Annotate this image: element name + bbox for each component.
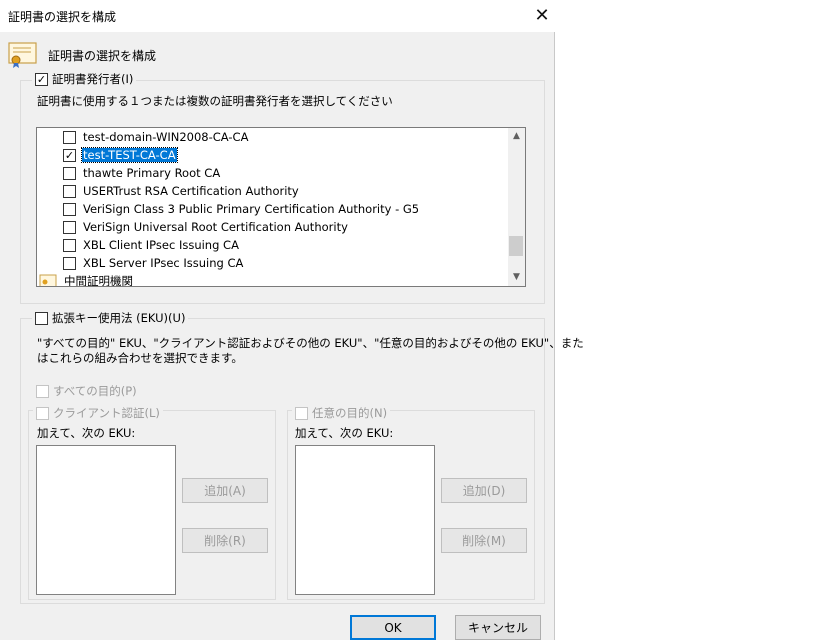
issuer-list[interactable]: test-domain-WIN2008-CA-CA ✓ test-TEST-CA… <box>36 127 526 287</box>
close-button[interactable]: ✕ <box>530 4 554 28</box>
eku-checkbox[interactable] <box>35 311 48 325</box>
any-purpose-label: 任意の目的(N) <box>312 406 388 420</box>
issuer-legend[interactable]: ✓ 証明書発行者(I) <box>32 71 137 87</box>
eku-description-line1: "すべての目的" EKU、"クライアント認証およびその他の EKU"、"任意の目… <box>37 336 584 350</box>
list-item[interactable]: VeriSign Class 3 Public Primary Certific… <box>63 200 420 218</box>
any-purpose-checkbox[interactable] <box>295 406 308 420</box>
close-icon: ✕ <box>534 5 550 26</box>
any-purpose-also-label: 加えて、次の EKU: <box>295 426 394 440</box>
list-item[interactable]: USERTrust RSA Certification Authority <box>63 182 300 200</box>
eku-legend[interactable]: 拡張キー使用法 (EKU)(U) <box>32 310 189 326</box>
tree-node-label: 中間証明機関 <box>64 274 133 287</box>
list-item[interactable]: VeriSign Universal Root Certification Au… <box>63 218 349 236</box>
list-item-label: XBL Server IPsec Issuing CA <box>83 256 244 270</box>
list-item-label: test-TEST-CA-CA <box>81 147 178 163</box>
issuer-checkbox[interactable]: ✓ <box>35 72 48 86</box>
ok-button[interactable]: OK <box>350 615 436 640</box>
item-checkbox[interactable] <box>63 220 76 234</box>
list-item-label: test-domain-WIN2008-CA-CA <box>83 130 249 144</box>
list-item[interactable]: thawte Primary Root CA <box>63 164 221 182</box>
list-item-label: thawte Primary Root CA <box>83 166 221 180</box>
list-item-label: USERTrust RSA Certification Authority <box>83 184 299 198</box>
cancel-button[interactable]: キャンセル <box>455 615 541 640</box>
client-auth-also-label: 加えて、次の EKU: <box>37 426 136 440</box>
list-item[interactable]: ✓ test-TEST-CA-CA <box>63 146 178 164</box>
client-remove-button[interactable]: 削除(R) <box>182 528 268 553</box>
all-purposes-checkbox[interactable] <box>36 384 49 398</box>
list-item-label: VeriSign Class 3 Public Primary Certific… <box>83 202 420 216</box>
client-auth-checkbox[interactable] <box>36 406 49 420</box>
scroll-thumb[interactable] <box>509 236 523 256</box>
item-checkbox[interactable] <box>63 202 76 216</box>
issuer-description: 証明書に使用する１つまたは複数の証明書発行者を選択してください <box>37 94 393 108</box>
list-item-label: XBL Client IPsec Issuing CA <box>83 238 239 252</box>
eku-legend-label: 拡張キー使用法 (EKU)(U) <box>52 311 186 325</box>
any-remove-button[interactable]: 削除(M) <box>441 528 527 553</box>
scrollbar[interactable]: ▲ ▼ <box>508 128 525 286</box>
issuer-legend-label: 証明書発行者(I) <box>52 72 134 86</box>
client-add-button[interactable]: 追加(A) <box>182 478 268 503</box>
folder-cert-icon <box>39 273 57 286</box>
item-checkbox[interactable] <box>63 256 76 270</box>
item-checkbox[interactable] <box>63 130 76 144</box>
list-item[interactable]: XBL Server IPsec Issuing CA <box>63 254 244 272</box>
list-item-label: VeriSign Universal Root Certification Au… <box>83 220 348 234</box>
scroll-down-icon[interactable]: ▼ <box>508 269 525 286</box>
client-auth-eku-list[interactable] <box>36 445 176 595</box>
scroll-up-icon[interactable]: ▲ <box>508 128 525 145</box>
any-purpose-eku-list[interactable] <box>295 445 435 595</box>
all-purposes-option[interactable]: すべての目的(P) <box>33 383 140 399</box>
certificate-icon <box>8 42 38 68</box>
item-checkbox[interactable] <box>63 184 76 198</box>
any-add-button[interactable]: 追加(D) <box>441 478 527 503</box>
window-title: 証明書の選択を構成 <box>8 10 117 24</box>
item-checkbox[interactable]: ✓ <box>63 148 76 162</box>
any-purpose-legend[interactable]: 任意の目的(N) <box>292 405 391 421</box>
list-item[interactable]: XBL Client IPsec Issuing CA <box>63 236 240 254</box>
all-purposes-label: すべての目的(P) <box>53 384 137 398</box>
header-label: 証明書の選択を構成 <box>48 49 157 63</box>
tree-node[interactable]: 中間証明機関 <box>39 272 134 287</box>
item-checkbox[interactable] <box>63 238 76 252</box>
eku-description-line2: はこれらの組み合わせを選択できます。 <box>37 351 243 365</box>
client-auth-legend[interactable]: クライアント認証(L) <box>33 405 163 421</box>
list-item[interactable]: test-domain-WIN2008-CA-CA <box>63 128 249 146</box>
client-auth-label: クライアント認証(L) <box>53 406 160 420</box>
item-checkbox[interactable] <box>63 166 76 180</box>
